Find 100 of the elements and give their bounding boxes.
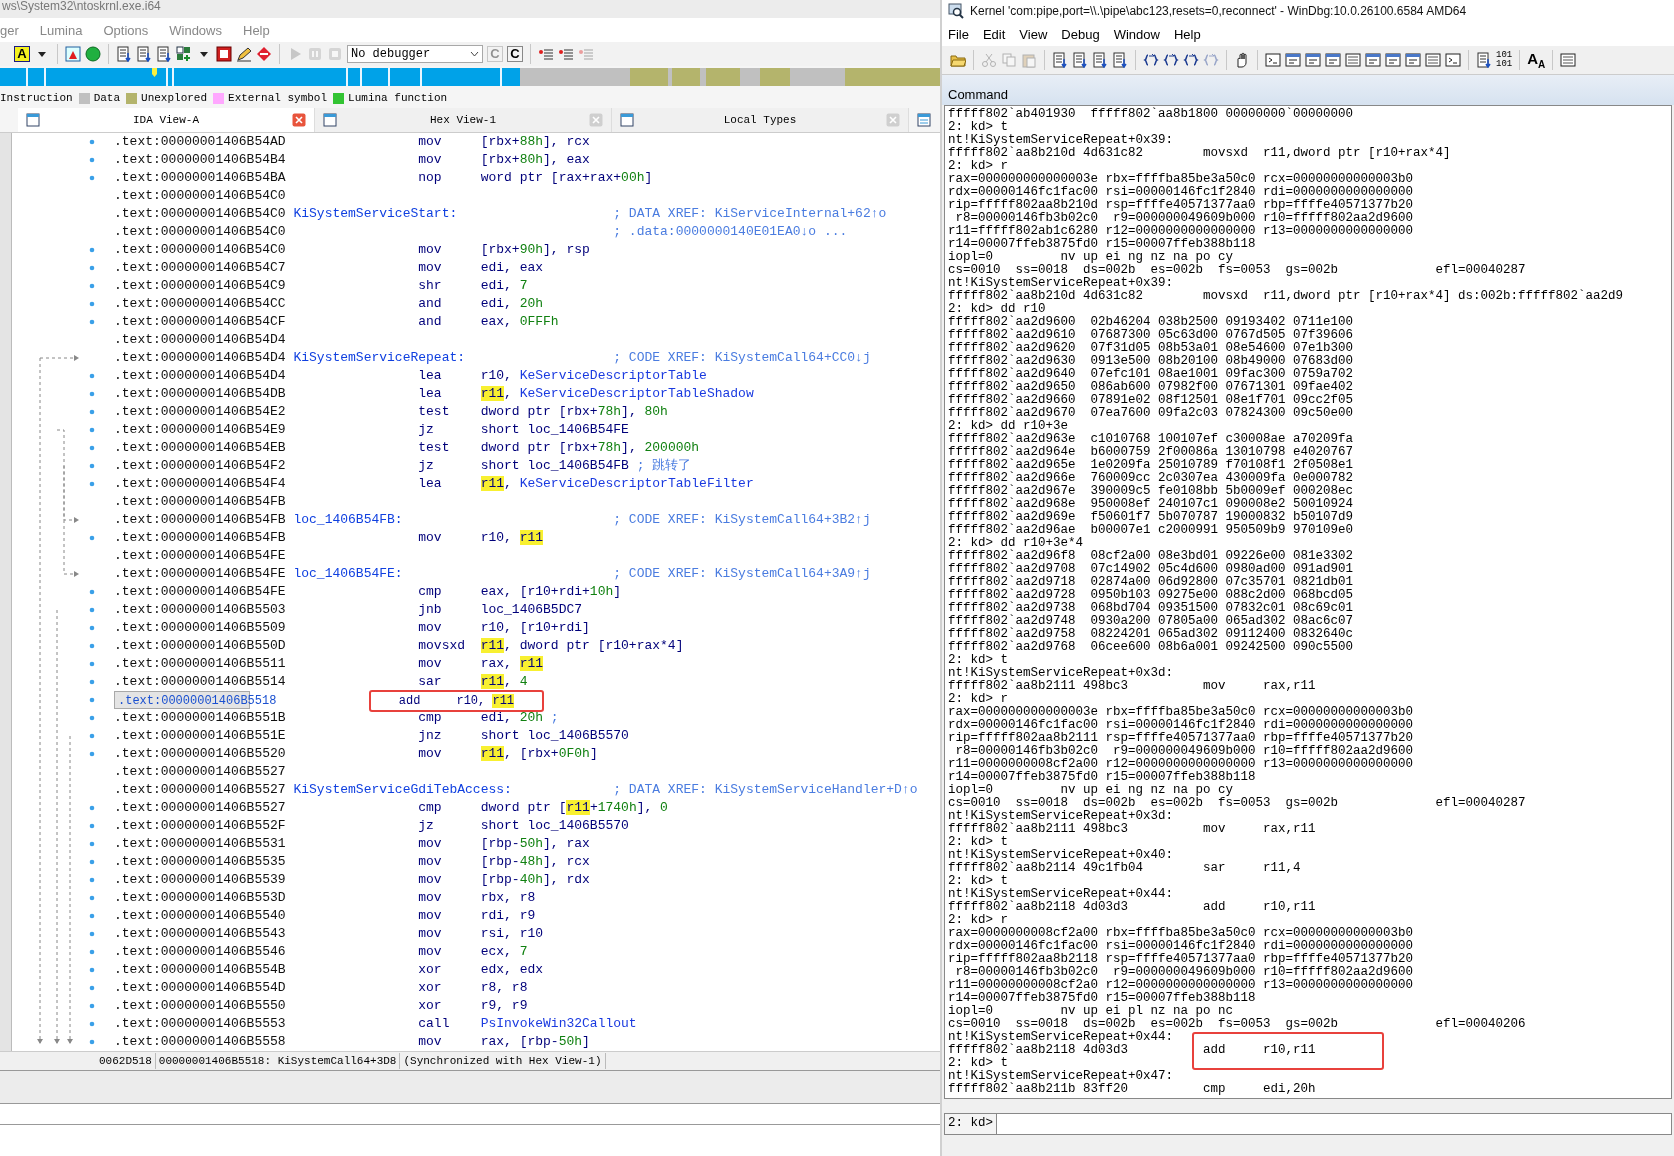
document-icon[interactable] <box>1112 52 1128 68</box>
address[interactable]: .text:00000001406B554B <box>114 961 294 979</box>
circle-icon[interactable] <box>85 46 101 62</box>
code-label[interactable]: loc_1406B54FE: <box>293 565 614 583</box>
menu-item[interactable]: Options <box>103 22 149 38</box>
document-icon[interactable] <box>1476 52 1492 68</box>
address[interactable]: .text:00000001406B54D4 <box>114 349 294 367</box>
address[interactable]: .text:00000001406B54C0 <box>114 241 294 259</box>
address[interactable]: .text:00000001406B5527 <box>114 799 294 817</box>
menu-item[interactable]: Help <box>1173 26 1201 42</box>
address[interactable]: .text:00000001406B54C0 <box>114 187 294 205</box>
address[interactable]: .text:00000001406B54FB <box>114 511 294 529</box>
address[interactable]: .text:00000001406B5503 <box>114 601 294 619</box>
address[interactable]: .text:00000001406B54DB <box>114 385 294 403</box>
toolbar-button[interactable]: A$_{A}$ <box>1527 50 1546 70</box>
address[interactable]: .text:00000001406B552F <box>114 817 294 835</box>
menu-item[interactable]: Debug <box>1061 26 1100 42</box>
address[interactable]: .text:00000001406B5540 <box>114 907 294 925</box>
address[interactable]: .text:00000001406B5553 <box>114 1015 294 1033</box>
pencil-icon[interactable] <box>236 46 252 62</box>
menu-item[interactable]: File <box>948 26 969 42</box>
address[interactable]: .text:00000001406B5558 <box>114 1033 294 1051</box>
address[interactable]: .text:00000001406B553D <box>114 889 294 907</box>
toolbar-button[interactable]: A <box>14 46 30 62</box>
braces-icon[interactable] <box>1183 52 1199 68</box>
braces-icon[interactable] <box>1143 52 1159 68</box>
list-window-icon[interactable] <box>1425 52 1441 68</box>
address[interactable]: .text:00000001406B5550 <box>114 997 294 1015</box>
stop-window-icon[interactable] <box>216 46 232 62</box>
list-window-icon[interactable] <box>1345 52 1361 68</box>
address[interactable]: .text:00000001406B54C0 <box>114 205 294 223</box>
warning-window-icon[interactable] <box>65 46 81 62</box>
address[interactable]: .text:00000001406B54FB <box>114 493 294 511</box>
window-icon[interactable] <box>1365 52 1381 68</box>
address[interactable]: .text:00000001406B54FE <box>114 583 294 601</box>
address[interactable]: .text:00000001406B54BA <box>114 169 294 187</box>
window-icon[interactable] <box>1405 52 1421 68</box>
terminal-icon[interactable] <box>1445 52 1461 68</box>
address[interactable]: .text:00000001406B54EB <box>114 439 294 457</box>
document-icon[interactable] <box>136 46 152 62</box>
address[interactable]: .text:00000001406B54D4 <box>114 331 294 349</box>
address[interactable]: .text:00000001406B54D4 <box>114 367 294 385</box>
toolbar-button[interactable]: C <box>507 46 523 62</box>
address[interactable]: .text:00000001406B54FE <box>114 547 294 565</box>
menu-item[interactable]: ger <box>0 22 19 38</box>
terminal-icon[interactable] <box>1265 52 1281 68</box>
window-icon[interactable] <box>1305 52 1321 68</box>
address[interactable]: .text:00000001406B54E2 <box>114 403 294 421</box>
address[interactable]: .text:00000001406B54C0 <box>114 223 294 241</box>
folder-icon[interactable] <box>950 52 966 68</box>
code-label[interactable]: KiSystemServiceStart: <box>293 205 614 223</box>
address[interactable]: .text:00000001406B5527 <box>114 781 294 799</box>
menu-item[interactable]: View <box>1019 26 1048 42</box>
address[interactable]: .text:00000001406B54FE <box>114 565 294 583</box>
menu-item[interactable]: Windows <box>169 22 222 38</box>
document-icon[interactable] <box>116 46 132 62</box>
address[interactable]: .text:00000001406B5546 <box>114 943 294 961</box>
address[interactable]: .text:00000001406B54C7 <box>114 259 294 277</box>
address[interactable]: .text:00000001406B5514 <box>114 673 294 691</box>
address[interactable]: .text:00000001406B5509 <box>114 619 294 637</box>
address[interactable]: .text:00000001406B5520 <box>114 745 294 763</box>
address[interactable]: .text:00000001406B5543 <box>114 925 294 943</box>
window-icon[interactable] <box>1285 52 1301 68</box>
address[interactable]: .text:00000001406B54AD <box>114 133 294 151</box>
debugger-select[interactable]: No debugger <box>347 45 483 63</box>
code-label[interactable]: KiSystemServiceGdiTebAccess: <box>293 781 614 799</box>
list-icon[interactable] <box>538 46 554 62</box>
address[interactable]: .text:00000001406B54CF <box>114 313 294 331</box>
close-icon[interactable] <box>292 113 306 127</box>
address[interactable]: .text:00000001406B5539 <box>114 871 294 889</box>
menu-item[interactable]: Window <box>1113 26 1160 42</box>
address[interactable]: .text:00000001406B551E <box>114 727 294 745</box>
hand-icon[interactable] <box>1234 52 1250 68</box>
address[interactable]: .text:00000001406B5511 <box>114 655 294 673</box>
address[interactable]: .text:00000001406B550D <box>114 637 294 655</box>
address[interactable]: .text:00000001406B54E9 <box>114 421 294 439</box>
document-icon[interactable] <box>156 46 172 62</box>
document-icon[interactable] <box>1092 52 1108 68</box>
window-icon[interactable] <box>917 113 931 127</box>
forbidden-icon[interactable] <box>256 46 272 62</box>
command-field[interactable]: 2: kd> <box>944 1113 1672 1135</box>
code-label[interactable]: loc_1406B54FB: <box>293 511 614 529</box>
window-icon[interactable] <box>1325 52 1341 68</box>
address[interactable]: .text:00000001406B5531 <box>114 835 294 853</box>
address[interactable]: .text:00000001406B54FB <box>114 529 294 547</box>
address[interactable]: .text:00000001406B54B4 <box>114 151 294 169</box>
grid-icon[interactable] <box>176 46 192 62</box>
tab[interactable]: Local Types <box>612 108 909 132</box>
address[interactable]: .text:00000001406B54F2 <box>114 457 294 475</box>
list-icon[interactable] <box>558 46 574 62</box>
address[interactable]: .text:00000001406B551B <box>114 709 294 727</box>
address[interactable]: .text:00000001406B54C9 <box>114 277 294 295</box>
code-label[interactable]: KiSystemServiceRepeat: <box>293 349 614 367</box>
window-icon[interactable] <box>1385 52 1401 68</box>
document-icon[interactable] <box>1072 52 1088 68</box>
address[interactable]: .text:00000001406B5518 <box>118 692 284 710</box>
address[interactable]: .text:00000001406B5535 <box>114 853 294 871</box>
address[interactable]: .text:00000001406B54CC <box>114 295 294 313</box>
braces-icon[interactable] <box>1163 52 1179 68</box>
tab[interactable]: Hex View-1 <box>315 108 612 132</box>
